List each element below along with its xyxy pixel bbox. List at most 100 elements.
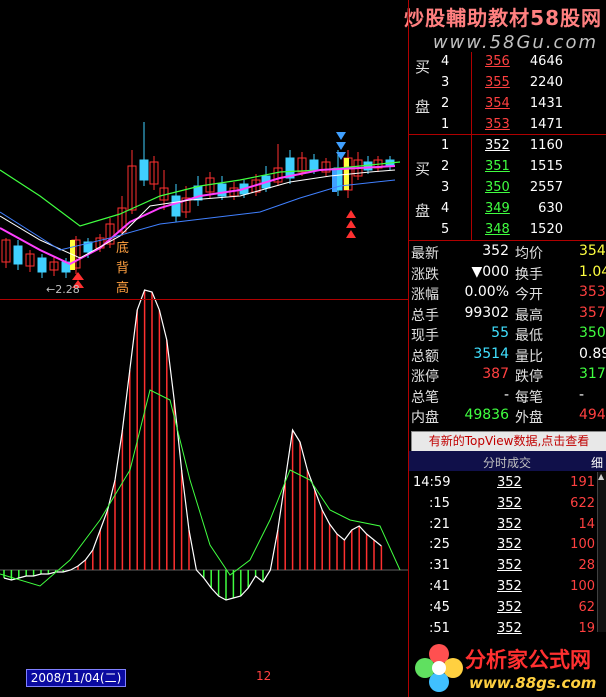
stat-value: 357 — [579, 304, 606, 321]
kline-chart[interactable]: 底背高 ←2.28 — [0, 0, 408, 668]
sell-price: 353 — [485, 117, 510, 132]
stat-label: 外盘 — [515, 410, 543, 426]
trade-price: 352 — [497, 475, 522, 490]
candle-annotation: 底 — [116, 240, 129, 256]
up-signal-icon — [346, 230, 356, 238]
buy-level: 2 — [441, 159, 450, 174]
buy-order-row: 4 349 630 — [409, 199, 606, 220]
stat-value: 1.04% — [579, 263, 606, 280]
stat-row: 总笔 - 每笔 - — [409, 386, 606, 407]
stat-label: 最新 — [411, 246, 439, 262]
trade-row: 14:59 352 191 — [409, 473, 606, 494]
trade-volume: 622 — [570, 495, 595, 511]
buy-volume: 630 — [538, 201, 563, 216]
stat-label: 最低 — [515, 328, 543, 344]
stat-row: 总额 3514 量比 0.89 — [409, 345, 606, 366]
stat-row: 涨跌 ▼000 换手 1.04% — [409, 263, 606, 284]
trade-time: 14:59 — [413, 475, 451, 490]
candle-body — [13, 245, 23, 265]
stat-label: 总手 — [411, 307, 439, 324]
stat-label: 内盘 — [411, 410, 439, 426]
candle-annotation: 高 — [116, 280, 129, 296]
trades-header: 分时成交 细 — [409, 451, 606, 471]
stat-value: 353 — [579, 284, 606, 300]
stat-label: 最高 — [515, 307, 543, 324]
low-price-label: ←2.28 — [46, 283, 80, 296]
stat-value: 317 — [579, 366, 606, 382]
topview-notice[interactable]: 有新的TopView数据,点击查看 — [411, 431, 606, 452]
stat-label: 总额 — [411, 348, 439, 365]
stat-label: 涨幅 — [411, 287, 439, 303]
trade-price: 352 — [497, 579, 522, 594]
brand-name: 分析家公式网 — [465, 648, 591, 672]
chart-area[interactable]: 底背高 ←2.28 — [0, 0, 408, 697]
sell-level: 2 — [441, 96, 450, 111]
stat-value: - — [579, 386, 585, 403]
trade-row: :45 352 62 — [409, 598, 606, 619]
trade-time: :41 — [429, 579, 450, 594]
trade-volume: 191 — [570, 475, 595, 490]
stat-value: 49836 — [464, 407, 509, 423]
trade-row: :31 352 28 — [409, 556, 606, 577]
buy-level: 4 — [441, 201, 450, 216]
buy-level: 1 — [441, 138, 450, 153]
candle-body — [171, 195, 181, 217]
candle-annotation: 背 — [116, 261, 129, 276]
candle-body — [309, 159, 319, 171]
trade-price: 352 — [497, 516, 522, 532]
stat-label: 换手 — [515, 266, 543, 283]
flower-logo-icon — [415, 644, 463, 692]
down-signal-icon — [336, 142, 346, 150]
sell-level: 4 — [441, 54, 450, 69]
stat-value: 99302 — [464, 304, 509, 321]
buy-level: 3 — [441, 180, 450, 195]
stat-label: 现手 — [411, 328, 439, 344]
trade-time: :25 — [429, 537, 450, 553]
candle-body — [139, 159, 149, 181]
buy-order-row: 1 352 1160 — [409, 136, 606, 157]
trade-volume: 19 — [578, 620, 595, 636]
trade-volume: 100 — [570, 537, 595, 553]
trade-price: 352 — [497, 537, 522, 553]
buy-level: 5 — [441, 222, 450, 237]
up-signal-icon — [346, 220, 356, 228]
stat-value: 0.00% — [464, 284, 509, 300]
sell-level: 3 — [441, 75, 450, 90]
sell-volume: 2240 — [529, 75, 563, 90]
brand-url: www.88gs.com — [469, 674, 597, 692]
buy-price: 352 — [485, 138, 510, 153]
trade-time: :45 — [429, 599, 450, 615]
trade-row: :51 352 19 — [409, 619, 606, 640]
stat-row: 涨停 387 跌停 317 — [409, 365, 606, 386]
buy-order-row: 2 351 1515 — [409, 157, 606, 178]
stat-value: 55 — [491, 325, 509, 341]
indicator-line-white — [3, 289, 382, 601]
down-signal-icon — [336, 132, 346, 140]
trade-price: 352 — [497, 599, 522, 615]
indicator-line-green — [0, 389, 401, 587]
stat-label: 涨停 — [411, 369, 439, 385]
stat-value: - — [503, 386, 509, 403]
trades-detail-tab[interactable]: 细 — [591, 454, 603, 471]
trade-volume: 14 — [578, 516, 595, 532]
buy-order-row: 3 350 2557 — [409, 178, 606, 199]
date-label: 2008/11/04(二) — [26, 669, 126, 687]
stat-value: 3514 — [473, 345, 509, 362]
trade-price: 352 — [497, 620, 522, 636]
buy-volume: 1160 — [529, 138, 563, 153]
sell-order-row: 2 354 1431 — [409, 94, 606, 115]
stat-value: 387 — [482, 366, 509, 382]
sell-order-row: 4 356 4646 — [409, 52, 606, 73]
trades-title: 分时成交 — [483, 456, 532, 470]
stat-label: 总笔 — [411, 389, 439, 406]
trade-price: 352 — [497, 495, 522, 511]
trade-volume: 100 — [570, 579, 595, 594]
buy-volume: 2557 — [529, 180, 563, 195]
candle-body — [217, 183, 227, 197]
trade-time: :15 — [429, 495, 450, 511]
stat-row: 涨幅 0.00% 今开 353 — [409, 283, 606, 304]
sell-price: 356 — [485, 54, 510, 69]
trade-time: :31 — [429, 558, 450, 574]
buy-price: 351 — [485, 159, 510, 174]
time-marker: 12 — [256, 669, 272, 683]
